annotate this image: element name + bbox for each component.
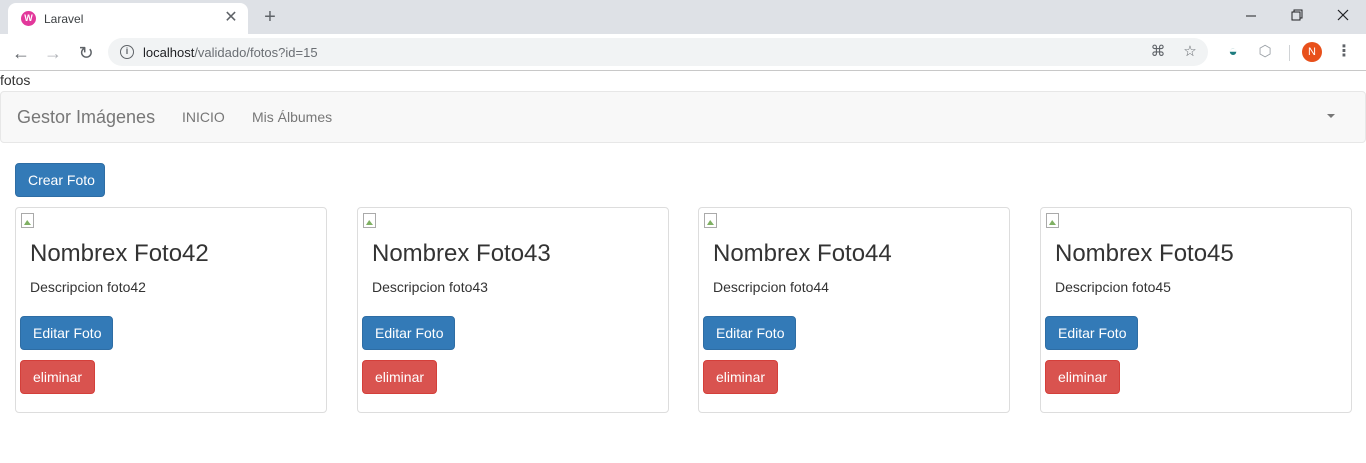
browser-toolbar: ← → ↻ i localhost/validado/fotos?id=15 ⌘… <box>0 34 1366 71</box>
minimize-icon <box>1246 15 1256 17</box>
translate-icon[interactable]: ⌘ <box>1148 42 1168 62</box>
toolbar-divider <box>1289 45 1290 61</box>
delete-photo-button[interactable]: eliminar <box>703 360 778 394</box>
window-restore-button[interactable] <box>1274 0 1320 32</box>
app-navbar: Gestor Imágenes INICIO Mis Álbumes <box>0 91 1366 143</box>
window-close-button[interactable] <box>1320 0 1366 32</box>
broken-image-icon <box>20 213 36 229</box>
photo-title: Nombrex Foto44 <box>713 240 892 267</box>
photo-card: Nombrex Foto42 Descripcion foto42 Editar… <box>15 207 327 413</box>
back-arrow-icon[interactable]: ← <box>7 39 35 67</box>
forward-arrow-icon[interactable]: → <box>39 39 67 67</box>
url-path: /validado/fotos?id=15 <box>194 45 318 60</box>
profile-avatar[interactable]: N <box>1302 42 1322 62</box>
photo-card: Nombrex Foto43 Descripcion foto43 Editar… <box>357 207 669 413</box>
tab-favicon-icon: W <box>21 11 36 26</box>
photo-title: Nombrex Foto42 <box>30 240 209 267</box>
extension-icon[interactable]: ◒ <box>1223 42 1243 62</box>
url-text[interactable]: localhost/validado/fotos?id=15 <box>143 45 318 60</box>
url-host: localhost <box>143 45 195 60</box>
tab-title: Laravel <box>44 12 84 26</box>
close-icon <box>1337 9 1349 21</box>
site-info-icon[interactable]: i <box>120 45 134 59</box>
browser-tab-bar: W Laravel ✕ + <box>0 0 1366 34</box>
browser-menu-icon[interactable]: ⋮ <box>1334 42 1354 62</box>
window-minimize-button[interactable] <box>1228 0 1274 32</box>
edit-photo-button[interactable]: Editar Foto <box>362 316 455 350</box>
edit-photo-button[interactable]: Editar Foto <box>703 316 796 350</box>
tab-close-icon[interactable]: ✕ <box>222 9 240 27</box>
address-bar[interactable]: i localhost/validado/fotos?id=15 ⌘ ☆ <box>108 38 1208 66</box>
photo-card: Nombrex Foto44 Descripcion foto44 Editar… <box>698 207 1010 413</box>
broken-image-icon <box>703 213 719 229</box>
broken-image-icon <box>362 213 378 229</box>
extension-cube-icon[interactable]: ⬡ <box>1255 42 1275 62</box>
navbar-brand[interactable]: Gestor Imágenes <box>17 107 155 128</box>
edit-photo-button[interactable]: Editar Foto <box>1045 316 1138 350</box>
photo-title: Nombrex Foto43 <box>372 240 551 267</box>
photo-description: Descripcion foto45 <box>1055 279 1171 295</box>
create-photo-button[interactable]: Crear Foto <box>15 163 105 197</box>
restore-icon <box>1291 9 1303 21</box>
photo-description: Descripcion foto44 <box>713 279 829 295</box>
new-tab-icon[interactable]: + <box>258 5 282 29</box>
edit-photo-button[interactable]: Editar Foto <box>20 316 113 350</box>
photo-description: Descripcion foto43 <box>372 279 488 295</box>
delete-photo-button[interactable]: eliminar <box>1045 360 1120 394</box>
delete-photo-button[interactable]: eliminar <box>20 360 95 394</box>
broken-image-icon <box>1045 213 1061 229</box>
delete-photo-button[interactable]: eliminar <box>362 360 437 394</box>
browser-tab[interactable]: W Laravel ✕ <box>8 3 248 34</box>
dropdown-caret-icon[interactable] <box>1327 114 1335 118</box>
bookmark-star-icon[interactable]: ☆ <box>1180 42 1200 62</box>
nav-link-mis-albumes[interactable]: Mis Álbumes <box>252 109 332 125</box>
reload-icon[interactable]: ↻ <box>72 39 100 67</box>
photo-card: Nombrex Foto45 Descripcion foto45 Editar… <box>1040 207 1352 413</box>
photo-title: Nombrex Foto45 <box>1055 240 1234 267</box>
photo-description: Descripcion foto42 <box>30 279 146 295</box>
page-label: fotos <box>0 72 31 88</box>
nav-link-inicio[interactable]: INICIO <box>182 109 225 125</box>
